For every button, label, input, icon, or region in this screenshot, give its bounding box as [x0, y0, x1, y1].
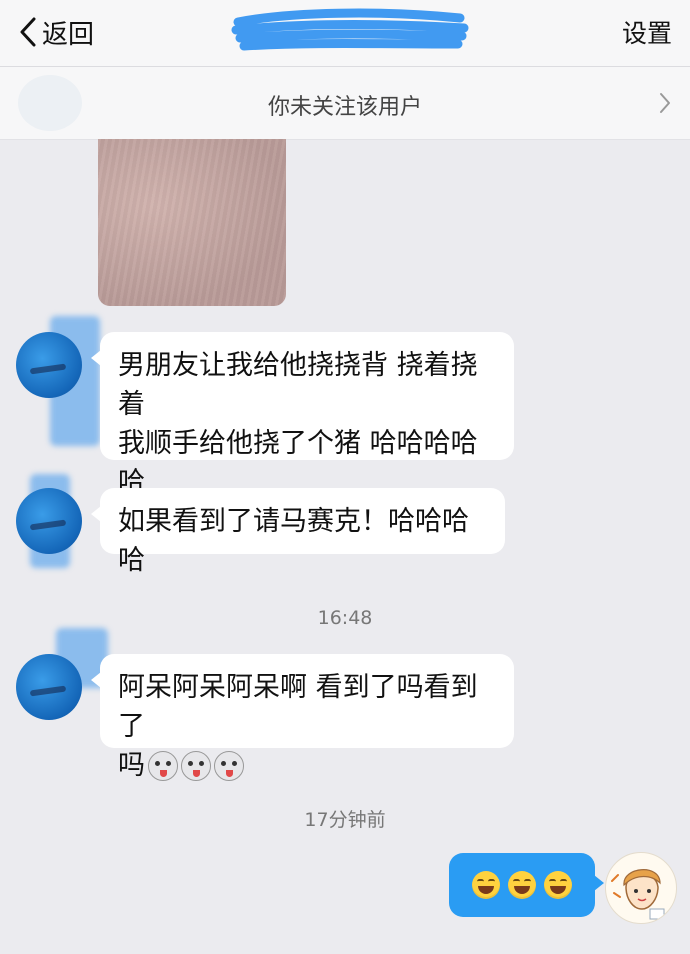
sender-avatar[interactable]: [16, 332, 82, 398]
husky-emoji-icon: [181, 750, 211, 781]
outgoing-message-bubble[interactable]: [449, 853, 604, 917]
message-text: 如果看到了请马赛克！哈哈哈哈: [118, 506, 469, 576]
message-bubble[interactable]: 阿呆阿呆阿呆啊 看到了吗看到了 吗: [91, 654, 514, 781]
message-bubble[interactable]: 如果看到了请马赛克！哈哈哈哈: [91, 488, 505, 576]
my-avatar[interactable]: [605, 852, 677, 924]
back-label: 返回: [42, 19, 95, 50]
sender-avatar[interactable]: [16, 488, 82, 554]
husky-emoji-icon: [148, 750, 178, 781]
nav-bar: 返回 设置: [0, 0, 690, 67]
sender-avatar[interactable]: [16, 654, 82, 720]
timestamp: 17分钟前: [304, 809, 386, 831]
follow-status-text: 你未关注该用户: [267, 95, 422, 120]
message-text: 阿呆阿呆阿呆啊 看到了吗看到了: [118, 672, 478, 742]
tears-of-joy-emoji-icon: [544, 871, 572, 899]
timestamp: 16:48: [317, 607, 373, 629]
image-message[interactable]: [98, 139, 286, 306]
message-text: 男朋友让我给他挠挠背 挠着挠着: [118, 350, 478, 420]
chevron-left-icon: [20, 17, 36, 47]
message-text: 吗: [118, 750, 145, 781]
message-bubble[interactable]: 男朋友让我给他挠挠背 挠着挠着 我顺手给他挠了个猪 哈哈哈哈哈 哈: [91, 332, 514, 537]
redacted-title: [231, 8, 469, 51]
chevron-right-icon: [660, 93, 670, 113]
settings-button[interactable]: 设置: [622, 14, 672, 50]
cartoon-avatar-icon: [611, 869, 665, 920]
tears-of-joy-emoji-icon: [508, 871, 536, 899]
follow-user-bar[interactable]: 你未关注该用户: [0, 67, 690, 140]
back-button[interactable]: 返回: [18, 12, 94, 52]
tears-of-joy-emoji-icon: [472, 871, 500, 899]
husky-emoji-icon: [214, 750, 244, 781]
